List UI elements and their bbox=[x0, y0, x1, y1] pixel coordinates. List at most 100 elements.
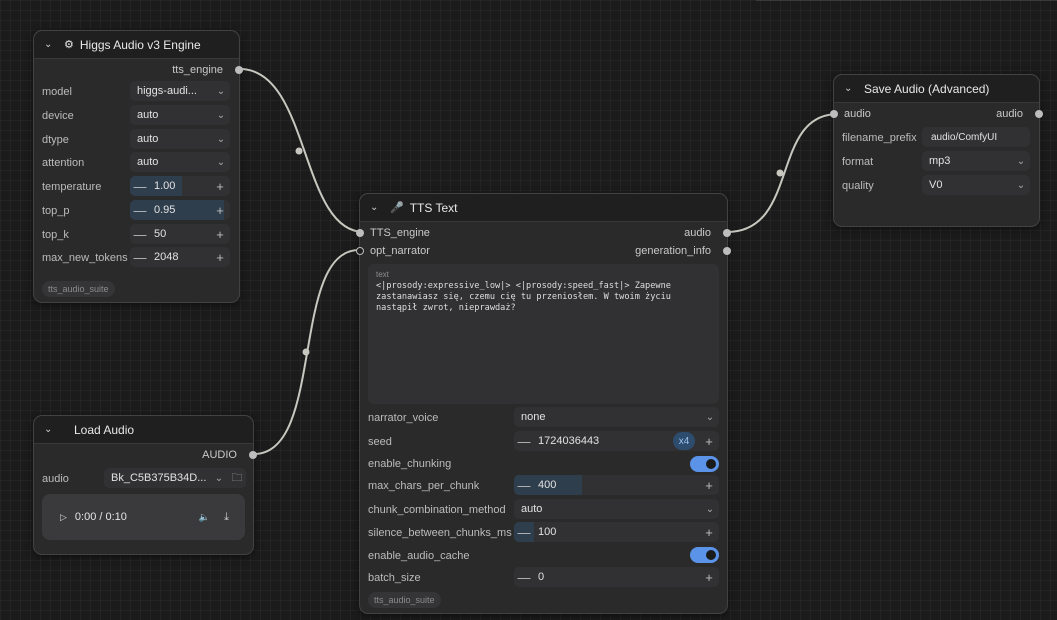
widget-label-narrator-voice: narrator_voice bbox=[368, 412, 439, 424]
canvas-divider bbox=[756, 0, 1057, 1]
increment-button[interactable]: + bbox=[210, 227, 230, 242]
link-midpoint bbox=[776, 169, 784, 177]
chunk-combination-method-select[interactable]: auto ⌄ bbox=[514, 499, 719, 519]
node-save-audio-advanced[interactable]: ⌄ Save Audio (Advanced) audio audio file… bbox=[830, 74, 1043, 227]
increment-button[interactable]: + bbox=[210, 250, 230, 265]
chevron-down-icon: ⌄ bbox=[1016, 155, 1026, 167]
volume-icon[interactable]: 🔈 bbox=[199, 512, 210, 523]
node-header[interactable]: ⌄ Save Audio (Advanced) bbox=[834, 75, 1039, 103]
increment-button[interactable]: + bbox=[699, 525, 719, 540]
model-value: higgs-audi... bbox=[137, 85, 197, 97]
dtype-value: auto bbox=[137, 133, 159, 145]
silence-between-chunks-stepper[interactable]: — 100 + bbox=[514, 522, 719, 542]
decrement-button[interactable]: — bbox=[514, 478, 534, 493]
gear-icon: ⚙ bbox=[64, 39, 74, 51]
input-label-audio: audio bbox=[844, 108, 871, 120]
input-slot-audio[interactable] bbox=[830, 110, 838, 118]
widget-label-quality: quality bbox=[842, 180, 874, 192]
text-input[interactable]: text <|prosody:expressive_low|> <|prosod… bbox=[368, 264, 719, 404]
output-label-generation-info: generation_info bbox=[635, 245, 711, 257]
widget-label-batch-size: batch_size bbox=[368, 572, 421, 584]
temperature-stepper[interactable]: — 1.00 + bbox=[130, 176, 230, 196]
dtype-select[interactable]: auto ⌄ bbox=[130, 129, 230, 149]
enable-chunking-toggle[interactable] bbox=[690, 456, 719, 472]
output-slot-tts-engine[interactable] bbox=[235, 66, 243, 74]
chunk-combination-method-value: auto bbox=[521, 503, 543, 515]
device-select[interactable]: auto ⌄ bbox=[130, 105, 230, 125]
link-narrator-audio bbox=[253, 249, 360, 455]
widget-label-silence-between-chunks: silence_between_chunks_ms bbox=[368, 527, 512, 539]
node-load-audio[interactable]: ⌄ Load Audio AUDIO audio Bk_C5B375B34D..… bbox=[33, 415, 257, 555]
widget-label-device: device bbox=[42, 110, 74, 122]
node-title: TTS Text bbox=[409, 200, 458, 215]
widget-label-format: format bbox=[842, 156, 874, 168]
narrator-voice-select[interactable]: none ⌄ bbox=[514, 407, 719, 427]
batch-size-stepper[interactable]: — 0 + bbox=[514, 567, 719, 587]
increment-button[interactable]: + bbox=[210, 203, 230, 218]
output-slot-audio[interactable] bbox=[1035, 110, 1043, 118]
audio-file-select[interactable]: Bk_C5B375B34D... ⌄ 🗀 bbox=[104, 468, 246, 488]
output-slot-audio[interactable] bbox=[249, 451, 257, 459]
filename-prefix-input[interactable]: audio/ComfyUI bbox=[922, 127, 1030, 147]
format-select[interactable]: mp3 ⌄ bbox=[922, 151, 1030, 171]
decrement-button[interactable]: — bbox=[130, 203, 150, 218]
output-label-tts-engine: tts_engine bbox=[172, 64, 223, 76]
chevron-down-icon[interactable]: ⌄ bbox=[44, 424, 58, 435]
increment-button[interactable]: + bbox=[699, 434, 719, 449]
widget-label-chunk-combination-method: chunk_combination_method bbox=[368, 504, 506, 516]
chevron-down-icon: ⌄ bbox=[216, 133, 226, 145]
player-time: 0:00 / 0:10 bbox=[74, 511, 127, 523]
model-select[interactable]: higgs-audi... ⌄ bbox=[130, 81, 230, 101]
folder-icon[interactable]: 🗀 bbox=[228, 469, 246, 488]
widget-label-dtype: dtype bbox=[42, 134, 69, 146]
widget-label-temperature: temperature bbox=[42, 181, 102, 193]
chevron-down-icon[interactable]: ⌄ bbox=[844, 83, 858, 94]
max-new-tokens-stepper[interactable]: — 2048 + bbox=[130, 247, 230, 267]
chevron-down-icon: ⌄ bbox=[214, 472, 224, 484]
node-header[interactable]: ⌄ ⚙ Higgs Audio v3 Engine bbox=[34, 31, 239, 59]
seed-control-chip[interactable]: x4 bbox=[673, 432, 695, 450]
attention-select[interactable]: auto ⌄ bbox=[130, 152, 230, 172]
node-tts-text[interactable]: ⌄ 🎤 TTS Text TTS_engine opt_narrator aud… bbox=[356, 193, 731, 614]
microphone-icon: 🎤 bbox=[390, 202, 404, 214]
node-higgs-audio-engine[interactable]: ⌄ ⚙ Higgs Audio v3 Engine tts_engine mod… bbox=[33, 30, 243, 303]
node-source-badge: tts_audio_suite bbox=[368, 592, 441, 608]
quality-select[interactable]: V0 ⌄ bbox=[922, 175, 1030, 195]
download-icon[interactable]: ⤓ bbox=[224, 511, 229, 524]
top-k-stepper[interactable]: — 50 + bbox=[130, 224, 230, 244]
enable-audio-cache-toggle[interactable] bbox=[690, 547, 719, 563]
decrement-button[interactable]: — bbox=[514, 570, 534, 585]
increment-button[interactable]: + bbox=[699, 478, 719, 493]
input-slot-opt-narrator[interactable] bbox=[356, 247, 364, 255]
play-icon[interactable]: ▷ bbox=[60, 512, 67, 523]
node-header[interactable]: ⌄ Load Audio bbox=[34, 416, 253, 444]
decrement-button[interactable]: — bbox=[130, 250, 150, 265]
chevron-down-icon[interactable]: ⌄ bbox=[44, 39, 58, 50]
output-slot-audio[interactable] bbox=[723, 229, 731, 237]
filename-prefix-value: audio/ComfyUI bbox=[931, 131, 998, 143]
node-header[interactable]: ⌄ 🎤 TTS Text bbox=[360, 194, 727, 222]
chevron-down-icon[interactable]: ⌄ bbox=[370, 202, 384, 213]
link-midpoint bbox=[302, 348, 310, 356]
node-source-badge: tts_audio_suite bbox=[42, 281, 115, 297]
widget-label-model: model bbox=[42, 86, 72, 98]
input-slot-tts-engine[interactable] bbox=[356, 229, 364, 237]
node-title: Higgs Audio v3 Engine bbox=[79, 37, 201, 52]
max-chars-per-chunk-stepper[interactable]: — 400 + bbox=[514, 475, 719, 495]
node-canvas[interactable]: ⌄ ⚙ Higgs Audio v3 Engine tts_engine mod… bbox=[0, 0, 1057, 620]
text-input-label: text bbox=[376, 270, 389, 279]
increment-button[interactable]: + bbox=[699, 570, 719, 585]
top-p-stepper[interactable]: — 0.95 + bbox=[130, 200, 230, 220]
widget-label-enable-chunking: enable_chunking bbox=[368, 458, 452, 470]
output-label-audio: AUDIO bbox=[202, 449, 237, 461]
seed-value: 1724036443 bbox=[538, 435, 600, 447]
decrement-button[interactable]: — bbox=[514, 434, 534, 449]
audio-player[interactable]: ▷ 0:00 / 0:10 🔈 ⤓ bbox=[42, 494, 245, 540]
widget-label-filename-prefix: filename_prefix bbox=[842, 132, 917, 144]
node-title: Load Audio bbox=[74, 422, 135, 437]
decrement-button[interactable]: — bbox=[130, 179, 150, 194]
increment-button[interactable]: + bbox=[210, 179, 230, 194]
decrement-button[interactable]: — bbox=[514, 525, 534, 540]
decrement-button[interactable]: — bbox=[130, 227, 150, 242]
output-slot-generation-info[interactable] bbox=[723, 247, 731, 255]
